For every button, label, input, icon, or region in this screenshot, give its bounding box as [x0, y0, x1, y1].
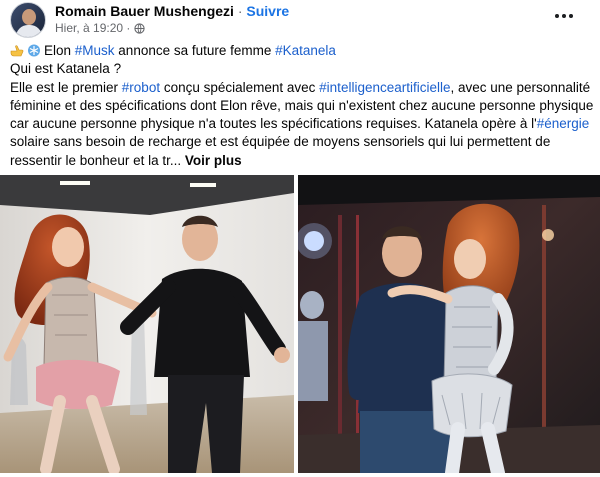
photo-grid: [0, 175, 600, 477]
line1-text-a: Elon: [44, 43, 75, 58]
author-name[interactable]: Romain Bauer Mushengezi: [55, 3, 234, 19]
post-line-6: solaire sans besoin de recharge et est é…: [10, 134, 551, 150]
globe-icon: [134, 22, 146, 34]
author-line: Romain Bauer Mushengezi · Suivre: [55, 3, 289, 19]
line1-text-b: annonce sa future femme: [114, 43, 276, 58]
post-line-4: féminine et des spécifications dont Elon…: [10, 97, 594, 113]
post-text: Elon #Musk annonce sa future femme #Kata…: [10, 42, 595, 170]
hashtag-katanela[interactable]: #Katanela: [275, 43, 336, 58]
more-options-icon[interactable]: [552, 8, 576, 24]
post-line-3: Elle est le premier #robot conçu spécial…: [10, 79, 595, 97]
post-line-5: car aucune personne physique n'a toutes …: [10, 115, 595, 133]
see-more-link[interactable]: Voir plus: [185, 153, 242, 168]
avatar-shoulders: [16, 25, 42, 37]
post-line-1: Elon #Musk annonce sa future femme #Kata…: [10, 42, 595, 60]
line5-text-a: car aucune personne physique n'a toutes …: [10, 116, 537, 132]
photo-dancing-gallery[interactable]: [0, 175, 294, 473]
pointing-hand-emoji: [10, 45, 24, 57]
hashtag-musk[interactable]: #Musk: [75, 43, 115, 58]
post-timestamp[interactable]: Hier, à 19:20 ·: [55, 21, 130, 35]
hashtag-energie[interactable]: #énergie: [537, 116, 590, 131]
avatar-face: [22, 9, 36, 25]
line3-text-a: Elle est le premier: [10, 79, 122, 95]
post-header: Romain Bauer Mushengezi · Suivre Hier, à…: [0, 0, 600, 40]
hashtag-robot[interactable]: #robot: [122, 80, 160, 95]
avatar[interactable]: [10, 2, 46, 38]
follow-button[interactable]: Suivre: [246, 3, 289, 19]
hashtag-intelligenceartificielle[interactable]: #intelligenceartificielle: [319, 80, 450, 95]
separator-dot: ·: [237, 3, 243, 19]
snowflake-emoji: [28, 44, 40, 57]
line3-text-c: , avec une personnalité: [450, 79, 591, 95]
post-meta: Hier, à 19:20 ·: [55, 21, 146, 35]
photo-dancing-robot-lab[interactable]: [298, 175, 600, 473]
post-line-7: ressentir le bonheur et la tr... Voir pl…: [10, 152, 595, 170]
post-line-2: Qui est Katanela ?: [10, 61, 122, 77]
line7-text: ressentir le bonheur et la tr...: [10, 152, 185, 168]
line3-text-b: conçu spécialement avec: [160, 79, 320, 95]
